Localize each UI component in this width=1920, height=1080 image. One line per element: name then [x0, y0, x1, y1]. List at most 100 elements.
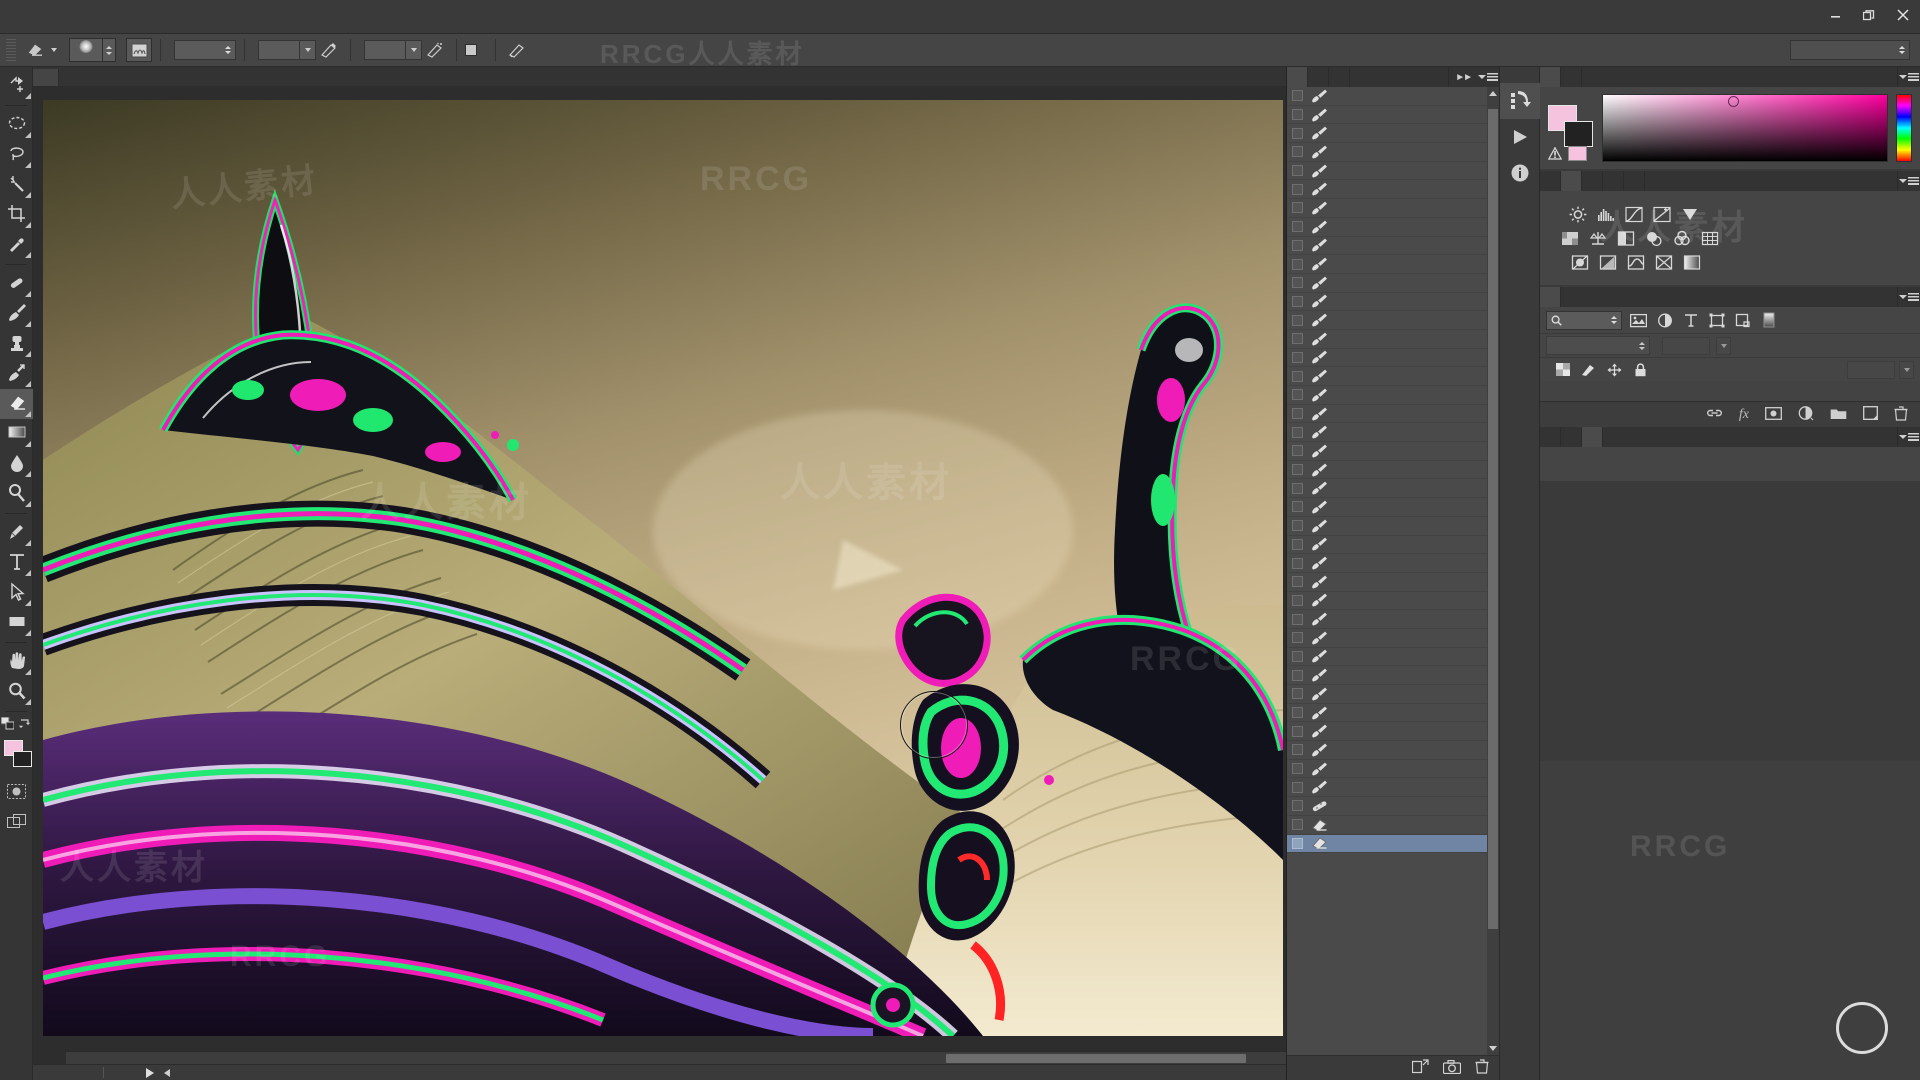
- history-snapshot-checkbox[interactable]: [1292, 632, 1303, 644]
- lasso-tool[interactable]: [0, 140, 33, 170]
- opacity-dropdown-icon[interactable]: [300, 40, 316, 60]
- canvas-horizontal-scrollbar[interactable]: [66, 1051, 1286, 1064]
- history-snapshot-checkbox[interactable]: [1292, 351, 1303, 363]
- history-snapshot-checkbox[interactable]: [1292, 688, 1303, 700]
- history-state-row[interactable]: [1287, 87, 1499, 106]
- history-state-row[interactable]: [1287, 442, 1499, 461]
- panel-menu-icon[interactable]: [1898, 67, 1920, 87]
- history-snapshot-checkbox[interactable]: [1292, 314, 1303, 326]
- zoom-tool[interactable]: [0, 677, 33, 707]
- background-color-swatch[interactable]: [1564, 121, 1593, 147]
- image-filter-icon[interactable]: [1629, 311, 1648, 330]
- color-balance-scale-icon[interactable]: [1588, 229, 1608, 247]
- panel-menu-icon[interactable]: [1898, 287, 1920, 307]
- levels-histogram-icon[interactable]: [1596, 205, 1616, 223]
- history-state-row[interactable]: [1287, 199, 1499, 218]
- document-canvas[interactable]: [43, 100, 1283, 1036]
- history-snapshot-checkbox[interactable]: [1292, 576, 1303, 588]
- history-state-row[interactable]: [1287, 255, 1499, 274]
- history-snapshot-checkbox[interactable]: [1292, 464, 1303, 476]
- tablet-pressure-icon[interactable]: [504, 39, 530, 61]
- tab-info[interactable]: [1329, 67, 1350, 87]
- layer-opacity-input[interactable]: [1662, 336, 1710, 355]
- swap-colors-icon[interactable]: [18, 718, 31, 733]
- quick-mask-icon[interactable]: [0, 776, 33, 806]
- menu-item-window[interactable]: [234, 0, 256, 34]
- canvas-area[interactable]: [33, 86, 1286, 1080]
- black-white-icon[interactable]: [1616, 229, 1636, 247]
- exposure-icon[interactable]: [1652, 205, 1672, 223]
- menu-item-3d[interactable]: [190, 0, 212, 34]
- erase-to-history-checkbox[interactable]: [465, 44, 477, 56]
- history-state-row[interactable]: [1287, 592, 1499, 611]
- history-snapshot-checkbox[interactable]: [1292, 295, 1303, 307]
- menu-item-edit[interactable]: [58, 0, 80, 34]
- history-snapshot-checkbox[interactable]: [1292, 333, 1303, 345]
- history-snapshot-checkbox[interactable]: [1292, 109, 1303, 121]
- history-snapshot-checkbox[interactable]: [1292, 445, 1303, 457]
- channel-mixer-venn-icon[interactable]: [1672, 229, 1692, 247]
- eraser-tool-icon[interactable]: [22, 39, 48, 61]
- history-snapshot-checkbox[interactable]: [1292, 277, 1303, 289]
- history-snapshot-checkbox[interactable]: [1292, 613, 1303, 625]
- history-state-row[interactable]: [1287, 274, 1499, 293]
- tab-channels[interactable]: [1603, 171, 1624, 191]
- link-icon[interactable]: [1706, 407, 1723, 422]
- history-snapshot-checkbox[interactable]: [1292, 426, 1303, 438]
- history-snapshot-checkbox[interactable]: [1292, 594, 1303, 606]
- camera-icon[interactable]: [1442, 1059, 1462, 1077]
- history-state-row[interactable]: [1287, 367, 1499, 386]
- color-picker-field[interactable]: [1602, 94, 1888, 162]
- blend-mode-select[interactable]: [174, 40, 236, 60]
- crop-tool[interactable]: [0, 200, 33, 230]
- history-state-row[interactable]: [1287, 349, 1499, 368]
- history-state-row[interactable]: [1287, 143, 1499, 162]
- photo-filter-icon[interactable]: [1644, 229, 1664, 247]
- history-snapshot-checkbox[interactable]: [1292, 239, 1303, 251]
- history-snapshot-checkbox[interactable]: [1292, 819, 1303, 831]
- history-snapshot-checkbox[interactable]: [1292, 669, 1303, 681]
- screen-mode-icon[interactable]: [0, 806, 33, 836]
- layer-fill-input[interactable]: [1847, 360, 1895, 379]
- history-snapshot-checkbox[interactable]: [1292, 800, 1303, 812]
- pressure-opacity-icon[interactable]: [316, 39, 342, 61]
- history-state-row[interactable]: [1287, 218, 1499, 237]
- trash-icon[interactable]: [1475, 1059, 1489, 1077]
- tab-libraries[interactable]: [1540, 171, 1561, 191]
- history-state-row[interactable]: [1287, 816, 1499, 835]
- play-actions-icon[interactable]: [1500, 119, 1540, 155]
- horizontal-type-tool[interactable]: [0, 548, 33, 578]
- hue-saturation-icon[interactable]: [1560, 229, 1580, 247]
- dodge-tool[interactable]: [0, 479, 33, 509]
- layer-mask-icon[interactable]: [1765, 406, 1782, 423]
- clone-stamp-tool[interactable]: [0, 329, 33, 359]
- rectangle-tool[interactable]: [0, 608, 33, 638]
- history-snapshot-checkbox[interactable]: [1292, 202, 1303, 214]
- panel-menu-icon[interactable]: [1477, 67, 1499, 87]
- status-options-icon[interactable]: [164, 1068, 170, 1077]
- history-snapshot-checkbox[interactable]: [1292, 763, 1303, 775]
- history-state-row[interactable]: [1287, 573, 1499, 592]
- history-snapshot-checkbox[interactable]: [1292, 90, 1303, 102]
- history-state-row[interactable]: [1287, 536, 1499, 555]
- airbrush-icon[interactable]: [422, 39, 448, 61]
- history-snapshot-checkbox[interactable]: [1292, 650, 1303, 662]
- history-snapshot-checkbox[interactable]: [1292, 146, 1303, 158]
- flow-dropdown-icon[interactable]: [406, 40, 422, 60]
- info-icon[interactable]: [1500, 155, 1540, 191]
- history-state-row[interactable]: [1287, 124, 1499, 144]
- tab-styles[interactable]: [1582, 171, 1603, 191]
- history-state-row[interactable]: [1287, 311, 1499, 330]
- history-brush-source-icon[interactable]: [1500, 83, 1540, 119]
- pen-tool[interactable]: [0, 518, 33, 548]
- layer-fill-dropdown-icon[interactable]: [1899, 360, 1914, 379]
- menu-item-image[interactable]: [80, 0, 102, 34]
- spot-healing-brush-tool[interactable]: [0, 269, 33, 299]
- color-lookup-grid-icon[interactable]: [1700, 229, 1720, 247]
- panel-menu-icon[interactable]: [1898, 171, 1920, 191]
- blur-tool[interactable]: [0, 449, 33, 479]
- move-tool[interactable]: [0, 71, 33, 101]
- history-snapshot-checkbox[interactable]: [1292, 389, 1303, 401]
- menu-item-filter[interactable]: [168, 0, 190, 34]
- history-state-row[interactable]: [1287, 293, 1499, 312]
